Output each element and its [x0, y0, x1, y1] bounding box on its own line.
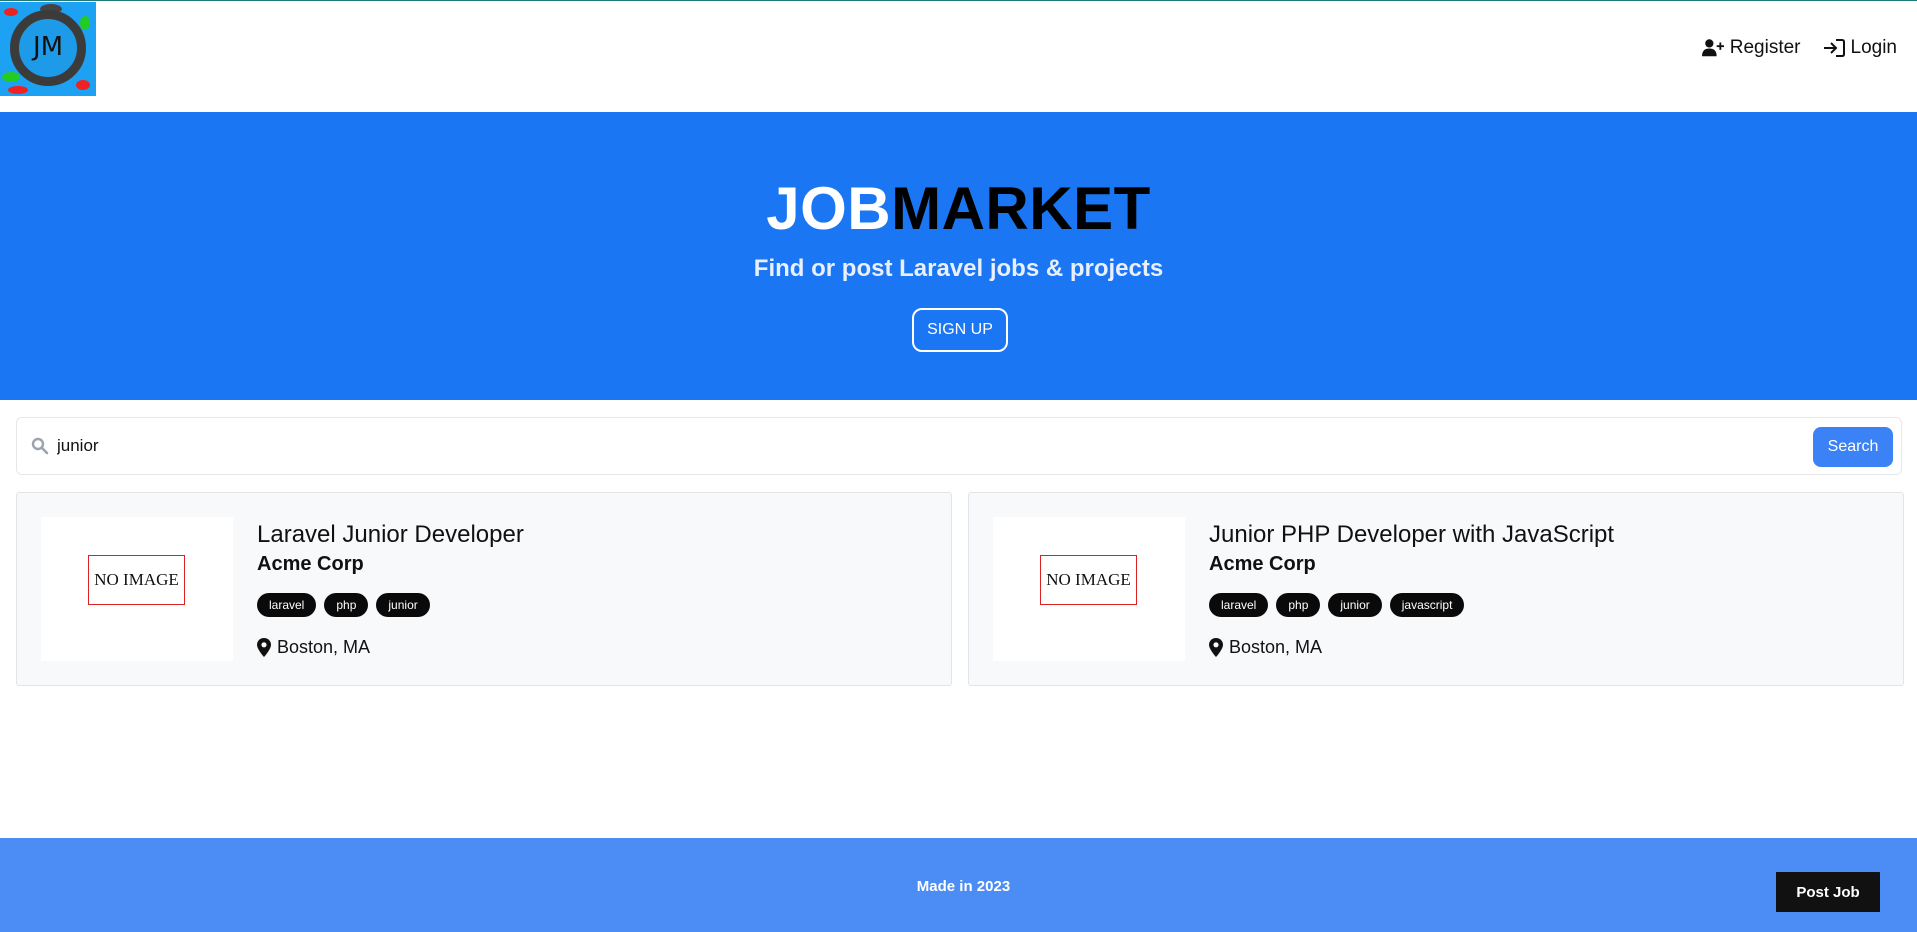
logo-text: JM — [32, 32, 64, 62]
job-card[interactable]: NO IMAGE Junior PHP Developer with JavaS… — [968, 492, 1904, 686]
tag-laravel[interactable]: laravel — [257, 593, 317, 617]
logo-dot — [80, 16, 90, 30]
job-tags: laravel php junior javascript — [1209, 593, 1465, 617]
tag-junior[interactable]: junior — [376, 593, 430, 617]
map-pin-icon — [1209, 638, 1223, 657]
brand-title-part1: JOB — [766, 175, 892, 242]
job-tags: laravel php junior — [257, 593, 430, 617]
job-location-text: Boston, MA — [277, 637, 371, 657]
no-image-placeholder: NO IMAGE — [88, 555, 185, 605]
job-thumbnail: NO IMAGE — [41, 517, 233, 661]
search-button[interactable]: Search — [1813, 427, 1893, 467]
footer-copyright: Made in 2023 — [916, 878, 1011, 895]
tag-laravel[interactable]: laravel — [1209, 593, 1269, 617]
logo-dot — [76, 80, 90, 90]
nav-links: Register Login — [1701, 37, 1898, 59]
job-title[interactable]: Junior PHP Developer with JavaScript — [1209, 521, 1614, 549]
tag-javascript[interactable]: javascript — [1389, 593, 1465, 617]
logo-dot — [2, 72, 20, 82]
search-input[interactable] — [57, 430, 1797, 462]
map-pin-icon — [257, 638, 271, 657]
job-card[interactable]: NO IMAGE Laravel Junior Developer Acme C… — [16, 492, 952, 686]
job-thumbnail: NO IMAGE — [993, 517, 1185, 661]
logo-dot — [4, 8, 18, 16]
job-location: Boston, MA — [257, 637, 370, 658]
post-job-button[interactable]: Post Job — [1776, 872, 1880, 912]
hero-tagline: Find or post Laravel jobs & projects — [753, 255, 1164, 282]
logo-dot — [8, 86, 28, 94]
brand-title: JOBMARKET — [0, 174, 1917, 243]
search-icon — [31, 437, 49, 455]
no-image-placeholder: NO IMAGE — [1040, 555, 1137, 605]
tag-junior[interactable]: junior — [1328, 593, 1382, 617]
job-location: Boston, MA — [1209, 637, 1322, 658]
job-title[interactable]: Laravel Junior Developer — [257, 521, 524, 549]
logo[interactable]: JM — [0, 2, 96, 96]
top-nav: JM Register Login — [0, 0, 1917, 112]
sign-in-icon — [1823, 39, 1845, 57]
tag-php[interactable]: php — [1276, 593, 1321, 617]
footer: Made in 2023 Post Job — [0, 838, 1917, 932]
login-label: Login — [1850, 37, 1898, 58]
hero-banner: JOBMARKET Find or post Laravel jobs & pr… — [0, 112, 1917, 400]
job-company: Acme Corp — [257, 553, 364, 575]
tag-php[interactable]: php — [324, 593, 369, 617]
job-location-text: Boston, MA — [1229, 637, 1323, 657]
signup-button[interactable]: SIGN UP — [912, 308, 1008, 352]
job-company: Acme Corp — [1209, 553, 1316, 575]
user-plus-icon — [1701, 39, 1724, 57]
page: JM Register Login JOBMARKET Find or post… — [0, 0, 1917, 932]
brand-title-part2: MARKET — [891, 175, 1151, 242]
register-link[interactable]: Register — [1701, 37, 1801, 59]
search-form: Search — [16, 417, 1902, 475]
register-label: Register — [1729, 37, 1801, 58]
login-link[interactable]: Login — [1823, 37, 1898, 59]
